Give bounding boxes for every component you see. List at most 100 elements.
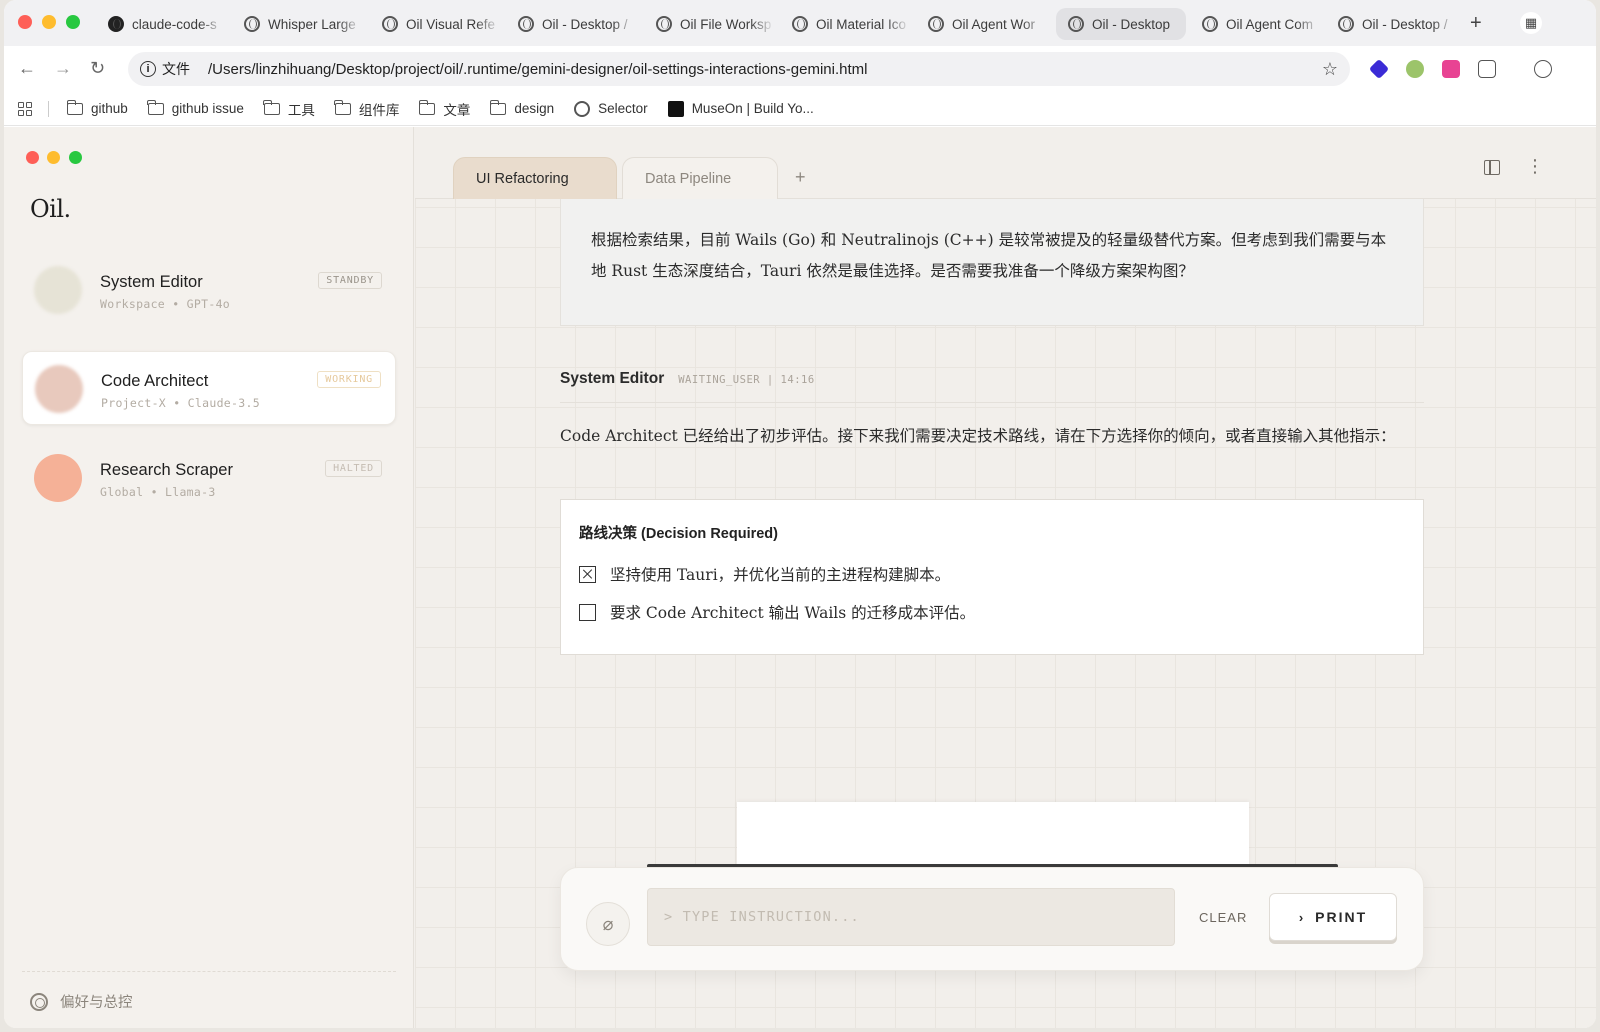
back-arrow-icon[interactable]: ← bbox=[18, 58, 36, 79]
attach-button[interactable]: ⌀ bbox=[586, 902, 630, 946]
browser-tab[interactable]: Oil Agent Com bbox=[1202, 8, 1320, 40]
extension-diamond-icon[interactable] bbox=[1368, 58, 1390, 80]
bookmark-item[interactable]: design bbox=[489, 99, 554, 116]
extensions-puzzle-icon[interactable] bbox=[1478, 60, 1496, 78]
agent-avatar bbox=[35, 365, 83, 413]
agent-item-code-architect[interactable]: Code Architect Project-X • Claude-3.5 WO… bbox=[22, 351, 396, 425]
main-panel: UI Refactoring Data Pipeline + ⋮ 根据检索结果，… bbox=[415, 127, 1596, 1028]
folder-icon bbox=[334, 99, 351, 115]
agent-avatar bbox=[34, 454, 82, 502]
workspace-tabs: UI Refactoring Data Pipeline + ⋮ bbox=[415, 127, 1596, 199]
browser-tab[interactable]: Oil Visual Refe bbox=[382, 8, 500, 40]
more-options-icon[interactable]: ⋮ bbox=[1526, 157, 1544, 175]
app-logo: Oil. bbox=[30, 195, 71, 223]
browser-tabstrip: claude-code-s Whisper Large Oil Visual R… bbox=[4, 0, 1596, 46]
agent-item-research-scraper[interactable]: Research Scraper Global • Llama-3 HALTED bbox=[22, 441, 396, 515]
apps-grid-icon[interactable] bbox=[18, 101, 32, 116]
checkbox-checked[interactable] bbox=[579, 565, 596, 583]
maximize-window-button[interactable] bbox=[66, 15, 80, 29]
message-body: Code Architect 已经给出了初步评估。接下来我们需要决定技术路线，请… bbox=[560, 427, 1396, 445]
bookmark-item[interactable]: 组件库 bbox=[334, 99, 399, 119]
bookmark-item[interactable]: github bbox=[66, 99, 128, 116]
globe-icon bbox=[928, 16, 944, 32]
browser-tab[interactable]: Oil File Worksp bbox=[656, 8, 774, 40]
message-status: WAITING_USER | 14:16 bbox=[678, 374, 815, 386]
preferences-button[interactable]: 偏好与总控 bbox=[30, 991, 133, 1012]
browser-window: claude-code-s Whisper Large Oil Visual R… bbox=[4, 0, 1596, 1028]
github-icon bbox=[108, 16, 124, 32]
app-maximize-button[interactable] bbox=[69, 151, 82, 164]
bookmark-item[interactable]: github issue bbox=[147, 99, 244, 116]
close-window-button[interactable] bbox=[18, 15, 32, 29]
share-icon bbox=[244, 16, 260, 32]
minimize-window-button[interactable] bbox=[42, 15, 56, 29]
gear-icon bbox=[30, 992, 48, 1011]
agent-name: System Editor bbox=[100, 273, 203, 291]
decision-option-1[interactable]: 坚持使用 Tauri，并优化当前的主进程构建脚本。 bbox=[579, 563, 1405, 585]
sidebar: Oil. System Editor Workspace • GPT-4o ST… bbox=[4, 127, 414, 1028]
browser-tab[interactable]: Whisper Large bbox=[244, 8, 362, 40]
folder-icon bbox=[489, 99, 507, 115]
print-label: PRINT bbox=[1315, 909, 1368, 925]
url-scheme: 文件 bbox=[162, 61, 190, 77]
previous-message: 根据检索结果，目前 Wails (Go) 和 Neutralinojs (C++… bbox=[560, 199, 1424, 326]
reload-icon[interactable]: ↻ bbox=[90, 58, 105, 79]
tab-search-icon[interactable]: ▦ bbox=[1520, 12, 1542, 34]
agent-meta: Global • Llama-3 bbox=[100, 485, 216, 499]
agent-meta: Workspace • GPT-4o bbox=[100, 297, 231, 311]
print-button[interactable]: › PRINT bbox=[1269, 893, 1397, 941]
browser-tab[interactable]: Oil Agent Wor bbox=[928, 8, 1046, 40]
toggle-panel-icon[interactable] bbox=[1484, 160, 1500, 175]
browser-tab[interactable]: claude-code-s bbox=[108, 8, 224, 40]
info-icon[interactable]: i bbox=[140, 61, 156, 77]
bookmark-item[interactable]: 文章 bbox=[418, 99, 470, 119]
browser-tab[interactable]: Oil - Desktop / bbox=[1338, 8, 1456, 40]
folder-icon bbox=[418, 99, 436, 115]
url-text[interactable]: /Users/linzhihuang/Desktop/project/oil/.… bbox=[208, 61, 867, 78]
agent-meta: Project-X • Claude-3.5 bbox=[101, 396, 260, 410]
app-minimize-button[interactable] bbox=[47, 151, 60, 164]
option-label: 坚持使用 Tauri，并优化当前的主进程构建脚本。 bbox=[610, 566, 951, 584]
extension-link-icon[interactable] bbox=[1406, 60, 1424, 78]
globe-icon bbox=[656, 16, 672, 32]
add-tab-button[interactable]: + bbox=[795, 167, 806, 188]
bookmark-item[interactable]: Selector bbox=[574, 100, 648, 117]
bookmark-item[interactable]: 工具 bbox=[263, 99, 315, 119]
globe-icon bbox=[518, 16, 534, 32]
app-close-button[interactable] bbox=[26, 151, 39, 164]
forward-arrow-icon[interactable]: → bbox=[54, 58, 72, 79]
agent-item-system-editor[interactable]: System Editor Workspace • GPT-4o STANDBY bbox=[22, 253, 396, 327]
decision-option-2[interactable]: 要求 Code Architect 输出 Wails 的迁移成本评估。 bbox=[579, 601, 1405, 623]
decision-title: 路线决策 (Decision Required) bbox=[579, 526, 778, 542]
bookmark-star-icon[interactable]: ☆ bbox=[1322, 59, 1338, 80]
status-badge: HALTED bbox=[325, 460, 382, 477]
status-badge: WORKING bbox=[317, 371, 381, 388]
checkbox-unchecked[interactable] bbox=[579, 603, 596, 621]
globe-icon bbox=[1338, 16, 1354, 32]
browser-tab[interactable]: Oil Material Ico bbox=[792, 8, 910, 40]
browser-tab[interactable]: Oil - Desktop / bbox=[518, 8, 636, 40]
bookmark-item[interactable]: MuseOn | Build Yo... bbox=[667, 100, 814, 117]
profile-icon[interactable] bbox=[1534, 60, 1552, 78]
oil-app: Oil. System Editor Workspace • GPT-4o ST… bbox=[4, 127, 1596, 1028]
agent-name: Code Architect bbox=[101, 372, 209, 390]
folder-icon bbox=[263, 99, 280, 115]
browser-toolbar: ← → ↻ i 文件 /Users/linzhihuang/Desktop/pr… bbox=[4, 46, 1596, 92]
print-paper bbox=[737, 802, 1249, 868]
address-bar[interactable]: i 文件 /Users/linzhihuang/Desktop/project/… bbox=[128, 52, 1350, 86]
bookmarks-bar: github github issue 工具 组件库 文章 design Sel… bbox=[4, 92, 1596, 126]
globe-icon bbox=[574, 100, 591, 117]
extension-translate-icon[interactable] bbox=[1442, 60, 1460, 78]
browser-tab-active[interactable]: Oil - Desktop bbox=[1056, 8, 1186, 40]
museon-logo-icon bbox=[667, 100, 684, 117]
globe-icon bbox=[382, 16, 398, 32]
chevron-right-icon: › bbox=[1298, 909, 1306, 925]
instruction-input[interactable] bbox=[647, 888, 1175, 946]
new-tab-button[interactable]: + bbox=[1470, 12, 1482, 35]
tab-data-pipeline[interactable]: Data Pipeline bbox=[622, 157, 778, 199]
globe-icon bbox=[1068, 16, 1084, 32]
tab-ui-refactoring[interactable]: UI Refactoring bbox=[453, 157, 617, 199]
folder-icon bbox=[66, 99, 83, 115]
clear-button[interactable]: CLEAR bbox=[1199, 910, 1247, 925]
option-label: 要求 Code Architect 输出 Wails 的迁移成本评估。 bbox=[610, 604, 976, 622]
